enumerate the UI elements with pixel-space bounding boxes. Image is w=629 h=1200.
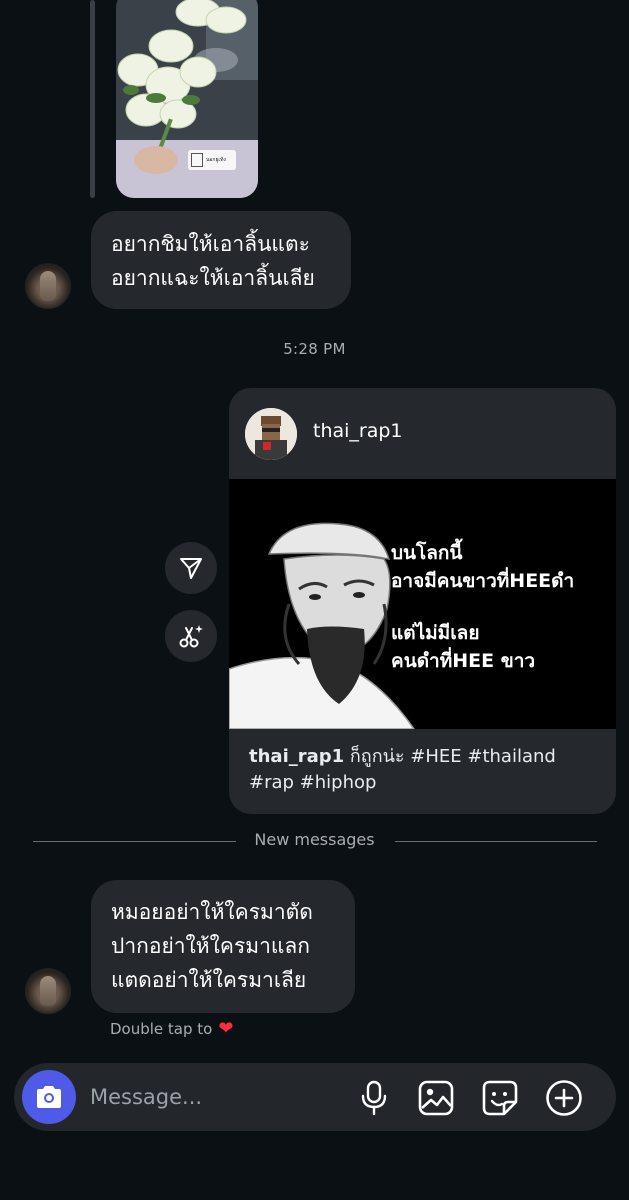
lotus-flowers-image: [116, 0, 258, 198]
post-author-username[interactable]: thai_rap1: [313, 420, 403, 442]
divider-line-right: [395, 841, 597, 842]
message-bubble[interactable]: หมอยอย่าให้ใครมาตัด ปากอย่าให้ใครมาแลก แ…: [91, 880, 355, 1013]
sticker-icon: [482, 1080, 518, 1116]
post-caption: thai_rap1 ก็ถูกน่ะ #HEE #thailand #rap #…: [249, 744, 599, 796]
message-line: ปากอย่าให้ใครมาแลก: [111, 934, 310, 958]
more-button[interactable]: [545, 1079, 583, 1117]
gallery-button[interactable]: [417, 1079, 455, 1117]
message-line: แตดอย่าให้ใครมาเลีย: [111, 968, 307, 992]
share-button[interactable]: [165, 542, 217, 594]
message-line: หมอยอย่าให้ใครมาตัด: [111, 900, 313, 924]
new-messages-label: New messages: [254, 830, 375, 849]
meme-text-bottom: แต่ไม่มีเลย คนดำที่HEE ขาว: [391, 622, 536, 672]
double-tap-label: Double tap to: [110, 1020, 213, 1038]
sender-avatar[interactable]: [25, 968, 71, 1014]
plus-icon: [546, 1080, 582, 1116]
camera-button[interactable]: [22, 1070, 76, 1124]
story-watermark: นอกยูเท้ง: [188, 150, 236, 170]
ai-sparkle-icon: [179, 625, 203, 648]
story-thumbnail[interactable]: นอกยูเท้ง: [116, 0, 258, 198]
meme-illustration: [229, 479, 616, 729]
gallery-icon: [418, 1080, 454, 1116]
microphone-button[interactable]: [355, 1079, 393, 1117]
shared-post-card[interactable]: thai_rap1 บนโลกนี้ อาจมีคนขาวที่HEEดำ แต…: [229, 388, 616, 814]
post-header[interactable]: thai_rap1: [229, 388, 616, 478]
post-author-avatar[interactable]: [245, 408, 297, 460]
sender-avatar[interactable]: [25, 263, 71, 309]
message-input[interactable]: [90, 1081, 340, 1113]
message-composer: [14, 1063, 616, 1131]
reply-indicator-line: [90, 0, 95, 198]
heart-icon: ❤: [218, 1018, 234, 1039]
camera-icon: [37, 1086, 61, 1108]
timestamp: 5:28 PM: [283, 340, 346, 358]
microphone-icon: [361, 1080, 387, 1116]
message-line: อยากชิมให้เอาลิ้นแตะ: [111, 232, 310, 256]
post-image[interactable]: บนโลกนี้ อาจมีคนขาวที่HEEดำ แต่ไม่มีเลย …: [229, 479, 616, 729]
message-bubble[interactable]: อยากชิมให้เอาลิ้นแตะ อยากแฉะให้เอาลิ้นเล…: [91, 211, 351, 309]
message-line: อยากแฉะให้เอาลิ้นเลีย: [111, 266, 315, 290]
remix-button[interactable]: [165, 610, 217, 662]
double-tap-hint: Double tap to ❤: [110, 1018, 234, 1039]
sticker-button[interactable]: [481, 1079, 519, 1117]
send-icon: [180, 558, 202, 579]
meme-text-top: บนโลกนี้ อาจมีคนขาวที่HEEดำ: [391, 542, 575, 592]
caption-username[interactable]: thai_rap1: [249, 746, 344, 767]
